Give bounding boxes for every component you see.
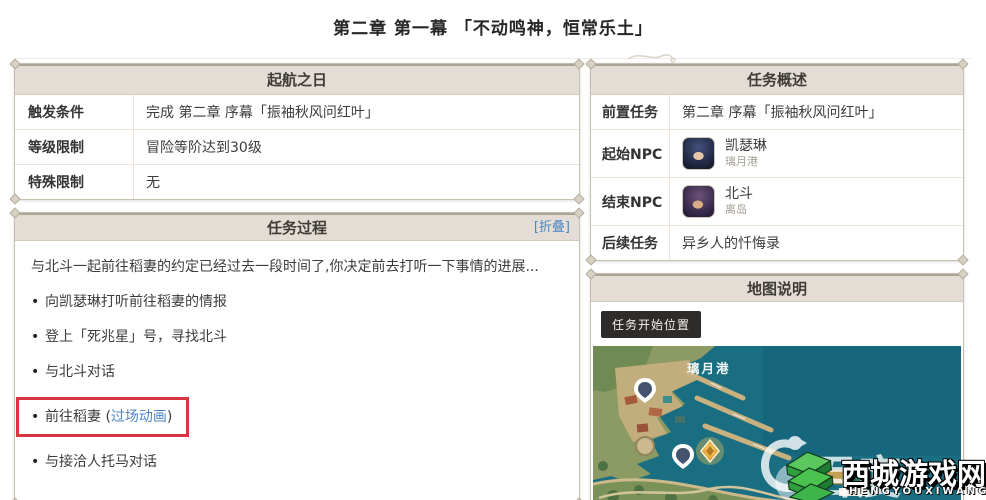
quest-step: • 与北斗对话 bbox=[31, 362, 563, 382]
bullet-icon: • bbox=[31, 329, 40, 346]
quest-process-body: 与北斗一起前往稻妻的约定已经过去一段时间了,你决定前去打听一下事情的进展... … bbox=[15, 241, 579, 500]
table-row: 触发条件 完成 第二章 序幕「振袖秋风问红叶」 bbox=[15, 95, 579, 129]
table-row: 结束NPC 北斗 离岛 bbox=[591, 177, 963, 225]
quest-start-location-button[interactable]: 任务开始位置 bbox=[601, 311, 702, 338]
quest-step: • 向凯瑟琳打听前往稻妻的情报 bbox=[31, 292, 563, 312]
trigger-condition-label: 触发条件 bbox=[28, 105, 84, 121]
npc-location: 离岛 bbox=[725, 203, 747, 217]
special-limit-label: 特殊限制 bbox=[28, 175, 84, 191]
quest-process-panel: 任务过程 [折叠] 与北斗一起前往稻妻的约定已经过去一段时间了,你决定前去打听一… bbox=[14, 212, 580, 500]
prerequisite-label: 前置任务 bbox=[602, 105, 658, 121]
bullet-icon: • bbox=[31, 294, 40, 311]
process-intro: 与北斗一起前往稻妻的约定已经过去一段时间了,你决定前去打听一下事情的进展... bbox=[31, 259, 539, 275]
prerequisite-value: 第二章 序幕「振袖秋风问红叶」 bbox=[669, 95, 963, 129]
bullet-icon: • bbox=[31, 409, 40, 426]
quest-step-highlighted: • 前往稻妻 (过场动画) bbox=[16, 397, 563, 438]
page-title: 第二章 第一幕 「不动鸣神，恒常乐土」 bbox=[333, 19, 653, 39]
step-text: 登上「死兆星」号，寻找北斗 bbox=[45, 329, 227, 346]
table-row: 特殊限制 无 bbox=[15, 164, 579, 199]
map-toolbar: 任务开始位置 bbox=[591, 302, 963, 346]
end-npc-label: 结束NPC bbox=[602, 194, 663, 211]
map-area-label: 璃月港 bbox=[687, 361, 731, 376]
quest-info-table: 触发条件 完成 第二章 序幕「振袖秋风问红叶」 等级限制 冒险等阶达到30级 特… bbox=[15, 95, 579, 199]
bullet-icon: • bbox=[31, 454, 40, 471]
npc-text: 凯瑟琳 璃月港 bbox=[725, 138, 767, 169]
quest-info-panel: 起航之日 触发条件 完成 第二章 序幕「振袖秋风问红叶」 等级限制 冒险等阶达到… bbox=[14, 63, 580, 200]
quest-overview-table: 前置任务 第二章 序幕「振袖秋风问红叶」 起始NPC 凯瑟琳 璃月港 结束NPC… bbox=[591, 95, 963, 260]
bullet-icon: • bbox=[31, 364, 40, 381]
step-text-suffix: ) bbox=[166, 409, 173, 426]
start-npc-label: 起始NPC bbox=[602, 146, 663, 163]
npc-name: 凯瑟琳 bbox=[725, 137, 767, 154]
map-panel-header: 地图说明 bbox=[591, 274, 963, 302]
quest-step: • 登上「死兆星」号，寻找北斗 bbox=[31, 327, 563, 347]
start-npc-cell: 凯瑟琳 璃月港 bbox=[669, 130, 963, 177]
npc-name: 北斗 bbox=[725, 185, 753, 202]
npc-location: 璃月港 bbox=[725, 155, 758, 169]
quest-overview-panel: 任务概述 前置任务 第二章 序幕「振袖秋风问红叶」 起始NPC 凯瑟琳 璃月港 bbox=[590, 63, 964, 261]
title-divider bbox=[14, 53, 972, 63]
liyue-harbor-map: 璃月港 bbox=[593, 346, 961, 500]
process-title: 任务过程 bbox=[266, 219, 327, 237]
special-limit-value: 无 bbox=[133, 165, 579, 199]
npc-text: 北斗 离岛 bbox=[725, 186, 753, 217]
content-columns: 起航之日 触发条件 完成 第二章 序幕「振袖秋风问红叶」 等级限制 冒险等阶达到… bbox=[14, 63, 964, 500]
map-panel-body: 任务开始位置 璃月港 bbox=[591, 302, 963, 500]
step-text: 向凯瑟琳打听前往稻妻的情报 bbox=[45, 294, 227, 311]
right-column: 任务概述 前置任务 第二章 序幕「振袖秋风问红叶」 起始NPC 凯瑟琳 璃月港 bbox=[590, 63, 964, 500]
step-text: 与北斗对话 bbox=[45, 364, 115, 381]
quest-info-header: 起航之日 bbox=[15, 64, 579, 95]
npc-avatar-beidou[interactable] bbox=[682, 185, 715, 218]
npc-entry: 凯瑟琳 璃月港 bbox=[682, 137, 767, 170]
trigger-condition-value: 完成 第二章 序幕「振袖秋风问红叶」 bbox=[133, 95, 579, 129]
level-limit-label: 等级限制 bbox=[28, 140, 84, 156]
step-text: 与接洽人托马对话 bbox=[45, 454, 157, 471]
quest-title: 起航之日 bbox=[266, 71, 327, 89]
npc-entry: 北斗 离岛 bbox=[682, 185, 753, 218]
level-limit-value: 冒险等阶达到30级 bbox=[133, 130, 579, 164]
quest-step: • 与接洽人托马对话 bbox=[31, 452, 563, 472]
collapse-link[interactable]: [折叠] bbox=[534, 215, 570, 241]
overview-title: 任务概述 bbox=[746, 71, 807, 89]
step-text: 前往稻妻 ( bbox=[45, 409, 111, 426]
end-npc-cell: 北斗 离岛 bbox=[669, 178, 963, 225]
table-row: 后续任务 异乡人的忏悔录 bbox=[591, 225, 963, 260]
page-header: 第二章 第一幕 「不动鸣神，恒常乐土」 bbox=[0, 0, 986, 63]
map-title: 地图说明 bbox=[746, 280, 807, 298]
red-highlight-box: • 前往稻妻 (过场动画) bbox=[16, 397, 190, 438]
followup-label: 后续任务 bbox=[602, 236, 658, 252]
quest-overview-header: 任务概述 bbox=[591, 64, 963, 95]
left-column: 起航之日 触发条件 完成 第二章 序幕「振袖秋风问红叶」 等级限制 冒险等阶达到… bbox=[14, 63, 580, 500]
table-row: 起始NPC 凯瑟琳 璃月港 bbox=[591, 129, 963, 177]
cutscene-link[interactable]: 过场动画 bbox=[111, 409, 167, 425]
map-image[interactable]: 璃月港 bbox=[593, 346, 961, 500]
table-row: 前置任务 第二章 序幕「振袖秋风问红叶」 bbox=[591, 95, 963, 129]
followup-value: 异乡人的忏悔录 bbox=[669, 226, 963, 260]
npc-avatar-katheryne[interactable] bbox=[682, 137, 715, 170]
table-row: 等级限制 冒险等阶达到30级 bbox=[15, 129, 579, 164]
quest-process-header: 任务过程 [折叠] bbox=[15, 213, 579, 241]
map-panel: 地图说明 任务开始位置 璃月港 bbox=[590, 273, 964, 500]
